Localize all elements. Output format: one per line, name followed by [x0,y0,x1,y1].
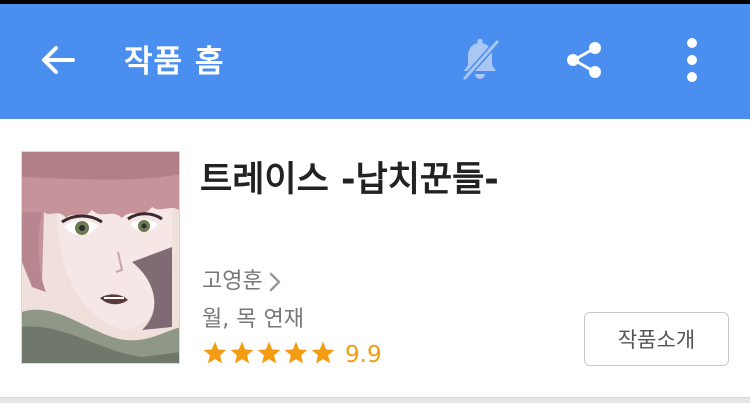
rating: 9.9 [202,340,382,370]
back-button[interactable] [30,34,86,90]
rating-stars [202,340,337,370]
share-icon [562,38,606,86]
app-bar: 작품 홈 [0,4,750,119]
series-info-panel: 트레이스 -납치꾼들- 고영훈 월, 목 연재 9.9 작품소개 [0,119,750,397]
chevron-right-icon [269,272,281,292]
author-link[interactable]: 고영훈 [202,267,281,297]
series-thumbnail[interactable] [21,151,180,364]
arrow-left-icon [39,41,77,83]
bell-off-icon [457,37,503,87]
section-divider [0,397,750,403]
rating-value: 9.9 [345,342,382,368]
star-icon [203,341,227,364]
page-title: 작품 홈 [124,44,225,80]
serialization-schedule: 월, 목 연재 [202,307,304,332]
star-icon [284,341,308,364]
series-title: 트레이스 -납치꾼들- [200,160,499,200]
series-intro-button[interactable]: 작품소개 [584,312,729,366]
star-icon [230,341,254,364]
more-options-button[interactable] [664,34,720,90]
more-vertical-icon [682,36,702,88]
notification-toggle-button[interactable] [452,34,508,90]
star-icon [311,341,335,364]
comic-cover-image [22,152,179,363]
star-icon [257,341,281,364]
author-name: 고영훈 [202,269,263,294]
share-button[interactable] [556,34,612,90]
